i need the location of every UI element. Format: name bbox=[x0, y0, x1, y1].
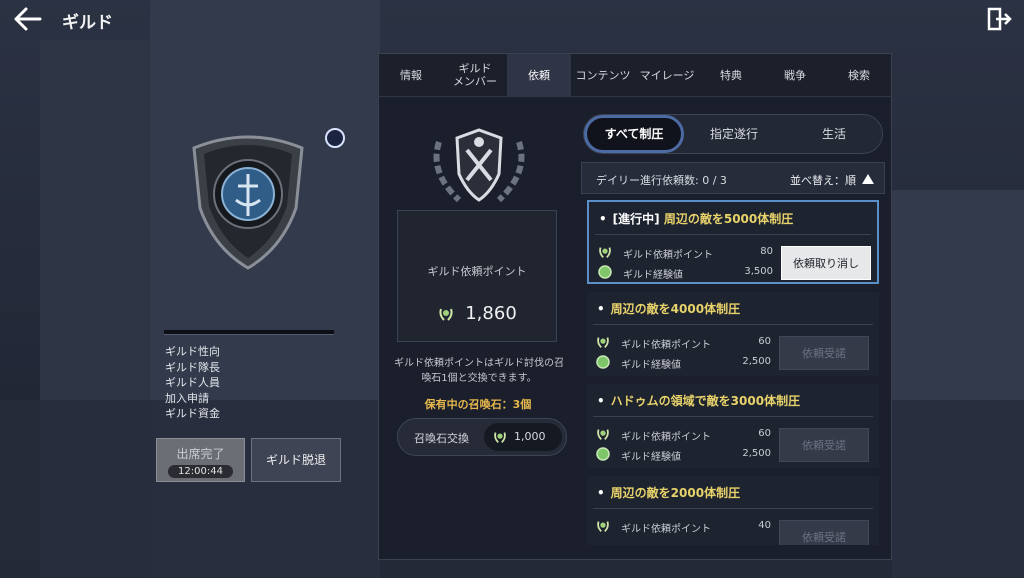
quest-title: 周辺の敵を5000体制圧 bbox=[663, 212, 794, 226]
request-points-value: 1,860 bbox=[465, 303, 517, 324]
quest-item: • 周辺の敵を2000体制圧 ギルド依頼ポイント 40 依頼受諾 bbox=[587, 476, 879, 545]
tab-mileage[interactable]: マイレージ bbox=[635, 54, 699, 96]
guild-exp-icon bbox=[598, 265, 612, 279]
quest-item: • 周辺の敵を4000体制圧 ギルド依頼ポイント 60 ギルド経験値 2,500 … bbox=[587, 292, 879, 376]
exchange-cost-value: 1,000 bbox=[514, 430, 546, 443]
guild-panel: 情報 ギルド メンバー 依頼 コンテンツ マイレージ 特典 戦争 検索 ギルド依… bbox=[378, 53, 892, 560]
reward-point-label: ギルド依頼ポイント bbox=[621, 340, 711, 351]
back-arrow-icon[interactable] bbox=[12, 6, 42, 32]
guild-exp-icon bbox=[596, 355, 610, 369]
info-label-leader: ギルド隊長 bbox=[165, 360, 220, 374]
tab-war[interactable]: 戦争 bbox=[763, 54, 827, 96]
quest-title-row: • 周辺の敵を2000体制圧 bbox=[597, 486, 741, 500]
info-label-members: ギルド人員 bbox=[165, 376, 220, 389]
reward-point-value: 80 bbox=[760, 246, 773, 257]
tab-members[interactable]: ギルド メンバー bbox=[443, 54, 507, 96]
info-label-funds: ギルド資金 bbox=[165, 407, 220, 420]
accept-request-button[interactable]: 依頼受諾 bbox=[779, 336, 869, 370]
request-points-label: ギルド依頼ポイント bbox=[427, 265, 527, 278]
request-list-column: すべて制圧 指定遂行 生活 デイリー進行依頼数: 0 / 3 並べ替え：順 •[… bbox=[581, 96, 885, 559]
divider bbox=[595, 234, 871, 235]
quest-title-row: • [進行中] 周辺の敵を5000体制圧 bbox=[599, 212, 794, 226]
reward-point-label: ギルド依頼ポイント bbox=[621, 524, 711, 535]
attendance-timer: 12:00:44 bbox=[168, 465, 233, 478]
request-points-value-row: 1,860 bbox=[398, 303, 556, 324]
divider bbox=[593, 324, 873, 325]
cancel-request-button[interactable]: 依頼取り消し bbox=[781, 246, 871, 280]
request-emblem-icon bbox=[433, 128, 525, 203]
exit-door-icon[interactable] bbox=[986, 6, 1012, 32]
guild-crest bbox=[192, 135, 304, 270]
laurel-point-icon bbox=[597, 337, 609, 348]
daily-progress-count: デイリー進行依頼数: 0 / 3 bbox=[596, 174, 727, 187]
guild-name-bar bbox=[164, 330, 334, 335]
quest-item: • [進行中] 周辺の敵を5000体制圧 ギルド依頼ポイント 80 ギルド経験値 … bbox=[587, 200, 879, 284]
reward-point-label: ギルド依頼ポイント bbox=[623, 250, 713, 261]
laurel-point-icon bbox=[494, 432, 506, 443]
laurel-point-icon bbox=[439, 308, 453, 321]
reward-point-label: ギルド依頼ポイント bbox=[621, 432, 711, 443]
request-points-description: ギルド依頼ポイントはギルド討伐の召喚石1個と交換できます。 bbox=[394, 358, 564, 384]
tab-contents[interactable]: コンテンツ bbox=[571, 54, 635, 96]
divider bbox=[593, 416, 873, 417]
reward-exp-label: ギルド経験値 bbox=[621, 360, 681, 371]
guild-exp-icon bbox=[596, 447, 610, 461]
request-points-box: ギルド依頼ポイント 1,860 bbox=[397, 210, 557, 342]
sort-triangle-icon[interactable] bbox=[862, 174, 874, 184]
reward-exp-label: ギルド経験値 bbox=[623, 270, 683, 281]
owned-summon-stones: 保有中の召喚石：3個 bbox=[424, 398, 532, 411]
quest-title: 周辺の敵を4000体制圧 bbox=[610, 302, 741, 316]
quest-status-tag: [進行中] bbox=[612, 212, 660, 226]
quest-title-row: • ハドゥムの領域で敵を3000体制圧 bbox=[597, 394, 801, 408]
laurel-point-icon bbox=[597, 429, 609, 440]
reward-exp-value: 3,500 bbox=[744, 266, 773, 277]
reward-exp-label: ギルド経験値 bbox=[621, 452, 681, 463]
summon-stone-exchange-button[interactable]: 召喚石交換 1,000 bbox=[397, 418, 567, 456]
page-title: ギルド bbox=[62, 13, 113, 33]
subtab-designated[interactable]: 指定遂行 bbox=[684, 115, 784, 153]
exchange-label: 召喚石交換 bbox=[414, 432, 469, 445]
request-points-column: ギルド依頼ポイント 1,860 ギルド依頼ポイントはギルド討伐の召喚石1個と交換… bbox=[379, 96, 577, 559]
attendance-button[interactable]: 出席完了 12:00:44 bbox=[156, 438, 245, 482]
sort-button[interactable]: 並べ替え：順 bbox=[790, 172, 856, 188]
tab-search[interactable]: 検索 bbox=[827, 54, 891, 96]
reward-point-value: 60 bbox=[758, 336, 771, 347]
quest-title: ハドゥムの領域で敵を3000体制圧 bbox=[610, 394, 801, 408]
exchange-cost: 1,000 bbox=[484, 423, 562, 451]
guild-badge-icon[interactable] bbox=[325, 128, 345, 148]
tab-bar: 情報 ギルド メンバー 依頼 コンテンツ マイレージ 特典 戦争 検索 bbox=[379, 54, 891, 97]
info-label-alignment: ギルド性向 bbox=[165, 345, 220, 358]
info-label-applications: 加入申請 bbox=[165, 391, 209, 405]
reward-exp-value: 2,500 bbox=[742, 356, 771, 367]
leave-guild-button[interactable]: ギルド脱退 bbox=[251, 438, 341, 482]
tab-info[interactable]: 情報 bbox=[379, 54, 443, 96]
reward-exp-value: 2,500 bbox=[742, 448, 771, 459]
quest-list: • [進行中] 周辺の敵を5000体制圧 ギルド依頼ポイント 80 ギルド経験値 … bbox=[581, 196, 885, 545]
reward-point-value: 40 bbox=[758, 520, 771, 531]
laurel-point-icon bbox=[597, 521, 609, 532]
quest-item: • ハドゥムの領域で敵を3000体制圧 ギルド依頼ポイント 60 ギルド経験値 2… bbox=[587, 384, 879, 468]
quest-title: 周辺の敵を2000体制圧 bbox=[610, 486, 741, 500]
subtab-all-suppression[interactable]: すべて制圧 bbox=[584, 115, 684, 153]
attendance-label: 出席完了 bbox=[176, 447, 225, 461]
laurel-point-icon bbox=[599, 247, 611, 258]
divider bbox=[593, 508, 873, 509]
tab-benefits[interactable]: 特典 bbox=[699, 54, 763, 96]
accept-request-button[interactable]: 依頼受諾 bbox=[779, 428, 869, 462]
accept-request-button[interactable]: 依頼受諾 bbox=[779, 520, 869, 545]
request-filter-tabs: すべて制圧 指定遂行 生活 bbox=[583, 114, 883, 154]
subtab-life[interactable]: 生活 bbox=[784, 115, 884, 153]
daily-progress-bar: デイリー進行依頼数: 0 / 3 並べ替え：順 bbox=[581, 162, 885, 194]
reward-point-value: 60 bbox=[758, 428, 771, 439]
quest-title-row: • 周辺の敵を4000体制圧 bbox=[597, 302, 741, 316]
guild-info-list: ギルド性向 ギルド隊長 ギルド人員 加入申請 ギルド資金 bbox=[165, 344, 220, 422]
tab-requests[interactable]: 依頼 bbox=[507, 54, 571, 96]
